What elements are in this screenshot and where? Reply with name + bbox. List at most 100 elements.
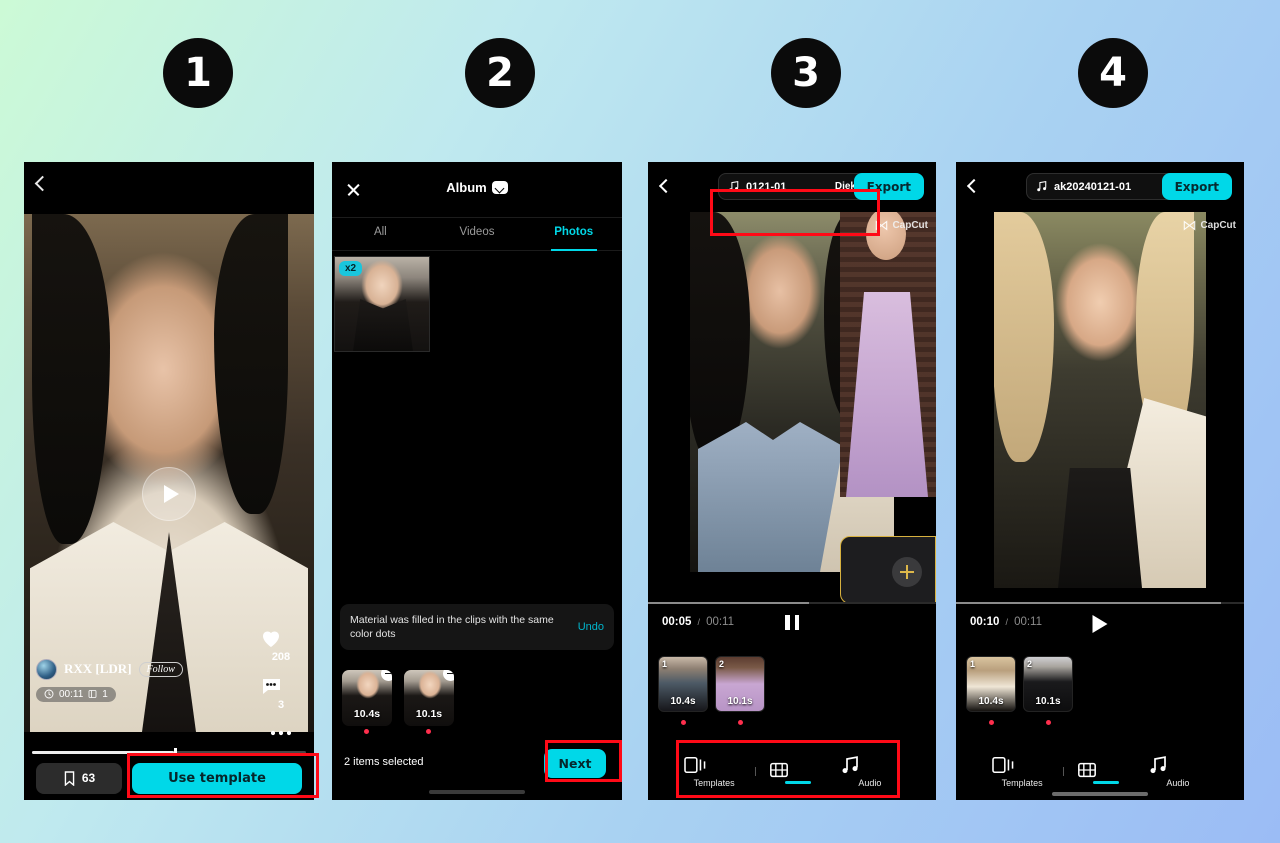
play-icon[interactable]: [1092, 615, 1108, 633]
templates-icon: [684, 756, 706, 773]
watermark-text: CapCut: [892, 220, 928, 231]
music-title: ak20240121-01: [1054, 180, 1132, 193]
music-note-icon: [842, 755, 858, 773]
back-icon[interactable]: [658, 178, 674, 194]
video-duration-badge: 00:11 1: [36, 686, 116, 702]
creator-row[interactable]: RXX [LDR] Follow: [36, 658, 183, 680]
preview-media-right: [840, 212, 936, 497]
nav-templates[interactable]: Templates: [991, 755, 1053, 788]
editor-preview-stage[interactable]: CapCut: [648, 212, 936, 604]
time-current: 00:10: [970, 616, 1000, 628]
track-clip[interactable]: 1 10.4s: [658, 656, 708, 712]
music-title: 0121-01: [746, 180, 787, 193]
clip-index: 1: [662, 659, 668, 669]
nav-audio[interactable]: Audio: [1147, 755, 1209, 788]
play-icon[interactable]: [142, 466, 196, 521]
more-options-icon[interactable]: [268, 722, 294, 748]
track-clip[interactable]: 2 10.1s: [715, 656, 765, 712]
watermark-text: CapCut: [1200, 220, 1236, 231]
step-marker-4: 4: [1078, 38, 1148, 108]
time-separator: /: [1005, 617, 1008, 627]
follow-button[interactable]: Follow: [138, 661, 183, 677]
panel-editor-playing: 0121-01 Diek Export CapCut 00:05 / 00:11…: [648, 162, 936, 800]
plus-icon[interactable]: [892, 557, 922, 587]
nav-label: Audio: [1166, 777, 1190, 788]
edit-filmstrip-icon: [769, 762, 788, 777]
clip-color-dot: [738, 720, 743, 725]
selected-clip[interactable]: 10.1s: [404, 670, 454, 726]
back-icon[interactable]: [34, 175, 51, 192]
clip-duration: 10.1s: [727, 696, 753, 707]
media-grid: x2: [332, 251, 622, 352]
clock-icon: [44, 689, 54, 699]
selected-clip[interactable]: 10.4s: [342, 670, 392, 726]
edit-filmstrip-icon: [1077, 762, 1096, 777]
chevron-down-icon[interactable]: [491, 181, 508, 194]
track-clip[interactable]: 1 10.4s: [966, 656, 1016, 712]
nav-templates[interactable]: Templates: [683, 755, 745, 788]
use-template-button[interactable]: Use template: [132, 762, 302, 794]
play-triangle: [163, 484, 179, 503]
export-button[interactable]: Export: [853, 173, 924, 200]
back-icon[interactable]: [966, 178, 982, 194]
nav-divider: [1063, 766, 1065, 776]
clip-index: 2: [1027, 659, 1033, 669]
avatar[interactable]: [36, 658, 57, 680]
decor-hair-a1: [690, 212, 750, 462]
editor-header: 0121-01 Diek Export: [648, 162, 936, 212]
tab-photos[interactable]: Photos: [525, 218, 622, 250]
decor-hair-b1: [994, 212, 1054, 462]
tab-all[interactable]: All: [332, 218, 429, 250]
heart-icon[interactable]: [258, 626, 304, 650]
scrubber-fill: [32, 751, 175, 754]
pause-icon[interactable]: [785, 615, 799, 630]
pause-bar: [794, 615, 799, 630]
nav-active-underline: [1092, 780, 1119, 784]
time-separator: /: [697, 617, 700, 627]
bookmark-count: 63: [81, 771, 96, 785]
album-title-dropdown[interactable]: Album: [332, 180, 622, 195]
tab-videos[interactable]: Videos: [429, 218, 526, 250]
video-scrubber[interactable]: [32, 748, 306, 757]
editor-preview-stage[interactable]: CapCut: [956, 212, 1244, 604]
nav-audio[interactable]: Audio: [839, 755, 901, 788]
album-title: Album: [446, 180, 487, 195]
clip-index: 1: [970, 659, 976, 669]
capcut-logo-icon: [1184, 220, 1196, 231]
clips-icon: [88, 690, 97, 698]
step-marker-1: 1: [163, 38, 233, 108]
clip-color-dot: [989, 720, 994, 725]
nav-label: Templates: [1001, 777, 1043, 788]
nav-edit[interactable]: [767, 760, 829, 784]
editor-bottom-nav: Templates Audio: [648, 742, 936, 800]
undo-button[interactable]: Undo: [578, 621, 604, 633]
bookmark-icon: [64, 770, 75, 786]
music-author: Diek: [834, 181, 856, 192]
nav-divider: [755, 766, 757, 776]
bookmark-button[interactable]: 63: [36, 762, 122, 794]
clip-duration: 10.4s: [670, 696, 696, 707]
preview-media: [994, 212, 1206, 588]
editor-clip-track: 1 10.4s 2 10.1s: [648, 648, 936, 725]
music-track-pill[interactable]: 0121-01 Diek: [718, 173, 866, 200]
selection-status: 2 items selected: [344, 756, 424, 768]
capcut-watermark: CapCut: [1183, 220, 1236, 231]
media-thumbnail[interactable]: x2: [334, 256, 430, 352]
comment-icon[interactable]: [258, 674, 304, 698]
home-indicator: [1052, 792, 1148, 796]
creator-username[interactable]: RXX [LDR]: [64, 661, 132, 677]
export-button[interactable]: Export: [1161, 173, 1232, 200]
track-clip[interactable]: 2 10.1s: [1023, 656, 1073, 712]
panel-editor-paused: ak20240121-01 Export CapCut 00:10 / 00:1…: [956, 162, 1244, 800]
next-button[interactable]: Next: [544, 749, 606, 778]
music-track-pill[interactable]: ak20240121-01: [1026, 173, 1174, 200]
pause-bar: [785, 615, 790, 630]
home-indicator: [429, 790, 525, 794]
music-note-icon: [729, 180, 739, 192]
decor-top-b: [1058, 468, 1142, 588]
like-count: 208: [271, 651, 291, 663]
templates-icon: [992, 756, 1014, 773]
clip-duration: 10.1s: [415, 708, 443, 720]
editor-transport-row: 00:10 / 00:11: [956, 604, 1244, 648]
nav-edit[interactable]: [1075, 760, 1137, 784]
